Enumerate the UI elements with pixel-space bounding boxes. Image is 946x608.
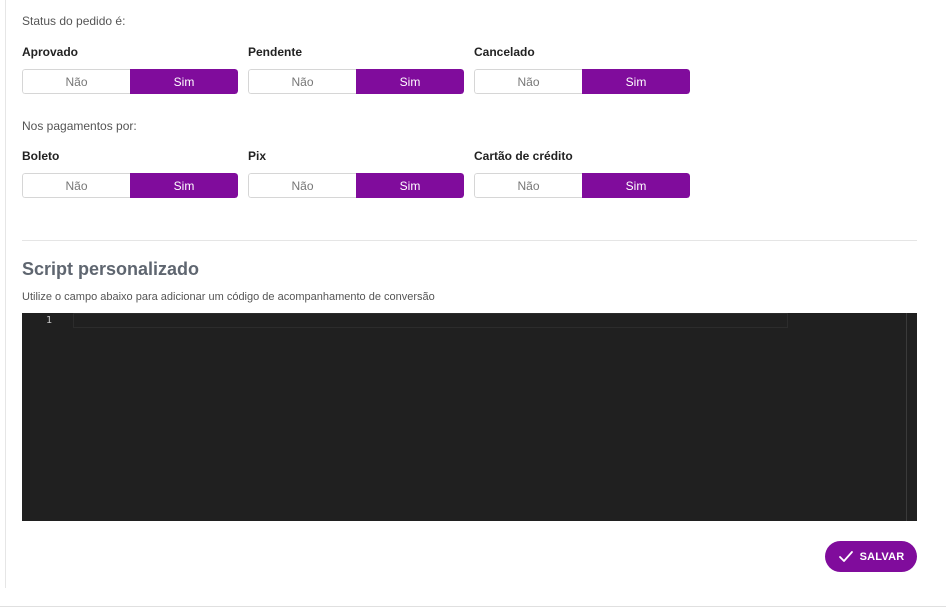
toggle-yes-button[interactable]: Sim [356, 173, 464, 198]
line-number: 1 [46, 315, 53, 326]
toggle-group-aprovado: Aprovado Não Sim [22, 44, 238, 94]
save-button[interactable]: SALVAR [825, 541, 917, 572]
toggle-title: Pix [248, 149, 267, 163]
check-icon [838, 550, 853, 562]
editor-scrollbar[interactable] [906, 313, 907, 521]
active-line[interactable] [73, 313, 788, 328]
payments-label: Nos pagamentos por: [22, 119, 137, 133]
toggle-yes-button[interactable]: Sim [356, 69, 464, 94]
toggle-pendente: Não Sim [248, 69, 464, 94]
toggle-yes-button[interactable]: Sim [582, 69, 690, 94]
toggle-no-button[interactable]: Não [22, 173, 130, 198]
toggle-title: Cartão de crédito [474, 149, 573, 163]
toggle-group-pix: Pix Não Sim [248, 148, 464, 198]
toggle-no-button[interactable]: Não [248, 173, 356, 198]
toggle-boleto: Não Sim [22, 173, 238, 198]
toggle-yes-button[interactable]: Sim [582, 173, 690, 198]
toggle-group-boleto: Boleto Não Sim [22, 148, 238, 198]
toggle-yes-button[interactable]: Sim [130, 69, 238, 94]
toggle-group-cartao: Cartão de crédito Não Sim [474, 148, 690, 198]
toggle-pix: Não Sim [248, 173, 464, 198]
toggle-cartao: Não Sim [474, 173, 690, 198]
toggle-group-cancelado: Cancelado Não Sim [474, 44, 690, 94]
section-divider [22, 240, 917, 241]
script-title: Script personalizado [22, 259, 200, 279]
toggle-title: Aprovado [22, 45, 79, 59]
order-status-label: Status do pedido é: [22, 14, 126, 28]
save-button-label: SALVAR [859, 550, 905, 563]
left-border [5, 0, 6, 588]
toggle-aprovado: Não Sim [22, 69, 238, 94]
toggle-title: Boleto [22, 149, 60, 163]
code-editor[interactable]: 1 [22, 313, 917, 521]
bottom-border [0, 606, 946, 607]
toggle-cancelado: Não Sim [474, 69, 690, 94]
toggle-no-button[interactable]: Não [474, 69, 582, 94]
toggle-title: Pendente [248, 45, 303, 59]
toggle-group-pendente: Pendente Não Sim [248, 44, 464, 94]
toggle-no-button[interactable]: Não [474, 173, 582, 198]
toggle-yes-button[interactable]: Sim [130, 173, 238, 198]
toggle-no-button[interactable]: Não [22, 69, 130, 94]
toggle-title: Cancelado [474, 45, 535, 59]
script-description: Utilize o campo abaixo para adicionar um… [22, 291, 435, 303]
toggle-no-button[interactable]: Não [248, 69, 356, 94]
